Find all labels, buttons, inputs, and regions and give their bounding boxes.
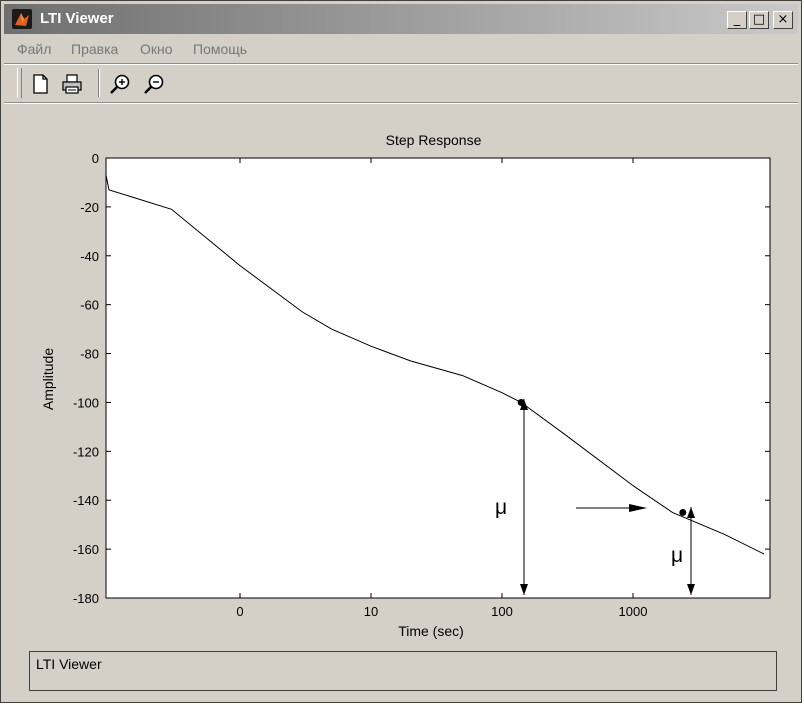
mu1-label: μ bbox=[495, 496, 507, 519]
y-tick-label: 0 bbox=[92, 151, 99, 166]
y-tick-label: -100 bbox=[73, 395, 99, 410]
x-tick-label: 10 bbox=[364, 604, 378, 619]
x-tick-label: 0 bbox=[236, 604, 243, 619]
mu2-label: μ bbox=[671, 544, 683, 567]
plot-area bbox=[105, 157, 771, 599]
step-response-plot[interactable]: 0 -20 -40 -60 -80 -100 -120 -140 -160 -180 0 10 100… bbox=[1, 1, 803, 704]
x-axis-label: Time (sec) bbox=[398, 623, 464, 639]
x-tick-label: 100 bbox=[491, 604, 513, 619]
x-tick-label: 1000 bbox=[619, 604, 648, 619]
y-tick-label: -140 bbox=[73, 493, 99, 508]
status-bar: LTI Viewer bbox=[29, 651, 777, 691]
y-axis-label: Amplitude bbox=[40, 347, 56, 411]
y-tick-label: -120 bbox=[73, 444, 99, 459]
y-tick-label: -20 bbox=[80, 200, 99, 215]
y-tick-label: -60 bbox=[80, 298, 99, 313]
y-tick-label: -180 bbox=[73, 591, 99, 606]
curve-marker-point bbox=[679, 508, 687, 516]
y-tick-label: -160 bbox=[73, 542, 99, 557]
status-text: LTI Viewer bbox=[36, 656, 102, 672]
y-tick-label: -80 bbox=[80, 347, 99, 362]
y-tick-label: -40 bbox=[80, 249, 99, 264]
lti-viewer-window: LTI Viewer _ □ × Файл Правка Окно Помощь bbox=[0, 0, 802, 703]
